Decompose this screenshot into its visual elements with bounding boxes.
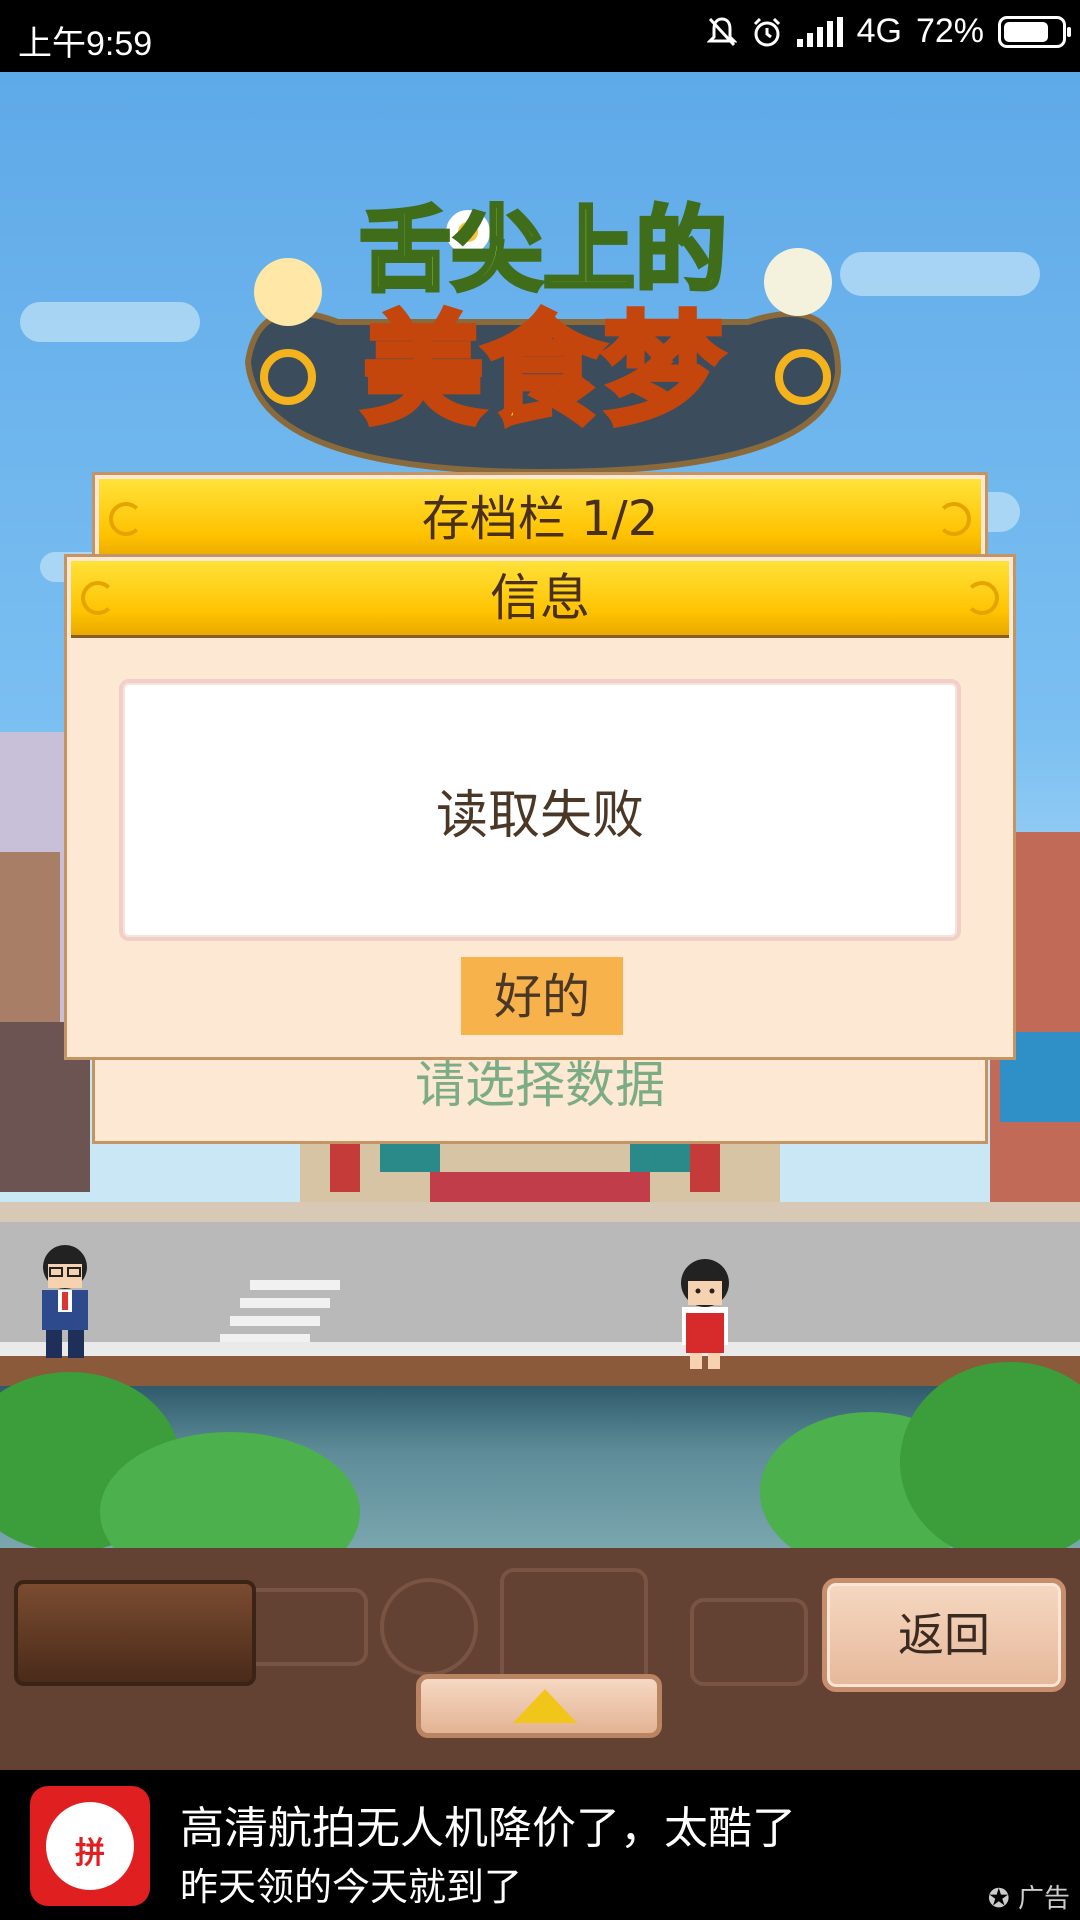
svg-text:舌尖上的: 舌尖上的 (359, 197, 727, 304)
ad-subtitle[interactable]: 昨天领的今天就到了 (180, 1856, 522, 1911)
save-slot-title: 存档栏 1/2 (421, 491, 659, 547)
status-time: 上午9:59 (18, 25, 153, 63)
status-icons: 4G 72% (706, 12, 1071, 51)
status-bar: 上午9:59 4G 72% (0, 0, 1080, 72)
alarm-icon (753, 17, 780, 46)
info-dialog-header: 信息 (71, 561, 1009, 638)
ok-button[interactable]: 好的 (461, 957, 623, 1035)
ad-tag-label: 广告 (1017, 1884, 1070, 1914)
pinduoduo-icon[interactable] (30, 1786, 150, 1906)
back-button[interactable]: 返回 (822, 1578, 1066, 1692)
mute-notifications-icon (706, 16, 737, 46)
signal-icon (796, 16, 843, 47)
game-logo: 舌尖上的 美食梦 (244, 195, 842, 476)
empty-slot-button[interactable] (14, 1580, 256, 1686)
bottom-toolbar: 返回 (0, 1548, 1080, 1770)
error-message: 读取失败 (435, 785, 644, 846)
battery-icon (998, 15, 1071, 48)
battery-percent: 72% (915, 12, 984, 50)
ad-banner[interactable]: 高清航拍无人机降价了，太酷了 昨天领的今天就到了 ✪ 广告 (0, 1770, 1080, 1920)
message-box: 读取失败 (119, 679, 961, 941)
ad-close-icon: ✪ (987, 1884, 1010, 1914)
svg-text:美食梦: 美食梦 (363, 302, 723, 441)
ad-title[interactable]: 高清航拍无人机降价了，太酷了 (180, 1792, 796, 1856)
street (0, 1222, 1080, 1342)
up-arrow-icon (513, 1689, 577, 1723)
scroll-up-button[interactable] (416, 1674, 662, 1738)
save-slot-header: 存档栏 1/2 (99, 479, 981, 562)
info-dialog-title: 信息 (490, 569, 590, 627)
boy-character (42, 1245, 88, 1358)
game-scene: 舌尖上的 美食梦 存档栏 1/2 请选择数据 信息 读取失败 好的 (0, 72, 1080, 1548)
info-dialog: 信息 读取失败 好的 (64, 554, 1016, 1060)
girl-character (681, 1259, 729, 1369)
ad-tag: ✪ 广告 (988, 1878, 1070, 1915)
network-type: 4G (856, 12, 902, 50)
